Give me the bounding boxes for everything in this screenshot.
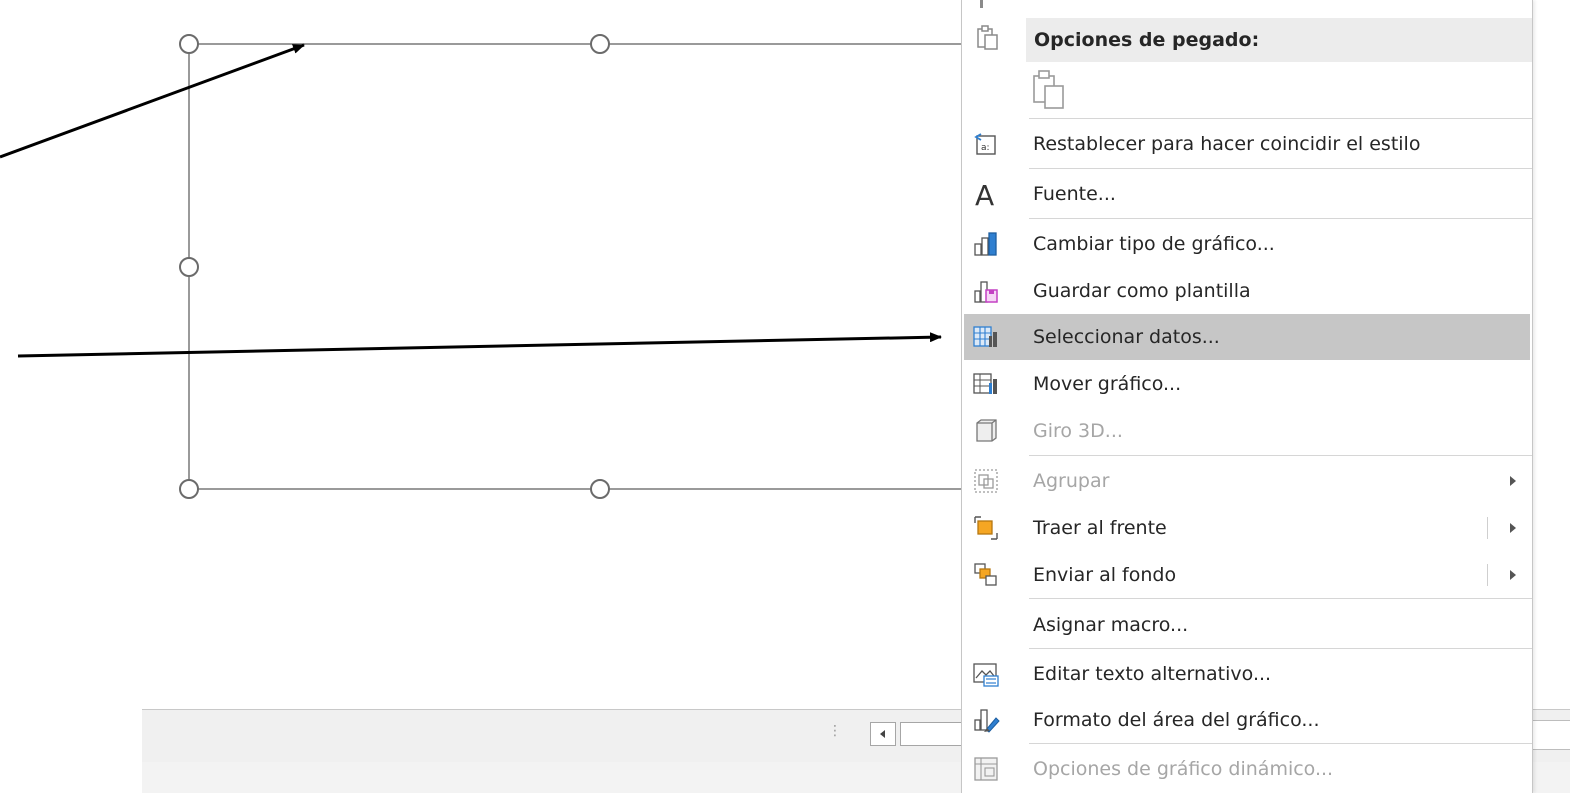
menu-item-alt-text[interactable]: Editar texto alternativo... xyxy=(964,651,1530,697)
menu-item-label: Restablecer para hacer coincidir el esti… xyxy=(1033,133,1421,155)
paste-options-label: Opciones de pegado: xyxy=(1034,29,1260,51)
chart-frame[interactable] xyxy=(188,43,961,490)
move-chart-icon xyxy=(973,373,997,394)
menu-separator xyxy=(1029,168,1532,169)
submenu-arrow-icon[interactable] xyxy=(1510,570,1516,580)
horizontal-scrollbar-track[interactable] xyxy=(900,722,970,746)
send-back-icon xyxy=(974,563,997,586)
menu-item-save-template[interactable]: Guardar como plantilla xyxy=(964,268,1530,314)
menu-item-label: Agrupar xyxy=(1033,470,1110,492)
font-a-icon: A xyxy=(975,180,994,208)
menu-item-label: Editar texto alternativo... xyxy=(1033,663,1272,685)
format-brush-icon xyxy=(974,709,1000,733)
bring-front-icon xyxy=(974,516,998,540)
split-divider xyxy=(1487,564,1488,586)
menu-top-edge xyxy=(980,0,983,8)
menu-item-label: Mover gráfico... xyxy=(1033,373,1182,395)
alt-text-icon xyxy=(973,663,999,687)
menu-separator xyxy=(1029,118,1532,119)
menu-item-label: Fuente... xyxy=(1033,183,1116,205)
menu-item-rotate-3d: Giro 3D... xyxy=(964,408,1530,454)
menu-item-label: Formato del área del gráfico... xyxy=(1033,709,1320,731)
resize-handle-bottom-middle[interactable] xyxy=(590,479,610,499)
menu-item-select-data[interactable]: Seleccionar datos... xyxy=(964,314,1530,360)
menu-item-label: Opciones de gráfico dinámico... xyxy=(1033,758,1334,780)
menu-item-bring-front[interactable]: Traer al frente xyxy=(964,505,1530,551)
menu-item-label: Asignar macro... xyxy=(1033,614,1189,636)
resize-handle-top-middle[interactable] xyxy=(590,34,610,54)
menu-item-label: Seleccionar datos... xyxy=(1033,326,1220,348)
svg-text:A: A xyxy=(975,180,994,208)
menu-separator xyxy=(1029,648,1532,649)
menu-item-move-chart[interactable]: Mover gráfico... xyxy=(964,361,1530,407)
tab-split-handle-icon[interactable]: ⋮ xyxy=(828,724,842,738)
menu-separator xyxy=(1029,743,1532,744)
annotation-arrow-chart-border xyxy=(0,43,305,159)
svg-text:a:: a: xyxy=(981,143,990,153)
menu-item-change-chart-type[interactable]: Cambiar tipo de gráfico... xyxy=(964,221,1530,267)
scroll-left-button[interactable] xyxy=(870,722,896,746)
menu-separator xyxy=(1029,598,1532,599)
resize-handle-middle-left[interactable] xyxy=(179,257,199,277)
paste-options-header: Opciones de pegado: xyxy=(1026,18,1532,62)
menu-item-font[interactable]: A Fuente... xyxy=(964,171,1530,217)
reset-style-icon: a: xyxy=(974,133,996,155)
menu-item-send-back[interactable]: Enviar al fondo xyxy=(964,552,1530,598)
menu-item-label: Cambiar tipo de gráfico... xyxy=(1033,233,1275,255)
menu-separator xyxy=(1029,455,1532,456)
annotation-arrow-select-data xyxy=(17,332,942,358)
cube-3d-icon xyxy=(976,419,997,442)
menu-item-assign-macro[interactable]: Asignar macro... xyxy=(964,602,1530,648)
menu-item-label: Giro 3D... xyxy=(1033,420,1123,442)
split-divider xyxy=(1487,517,1488,539)
submenu-arrow-icon[interactable] xyxy=(1510,523,1516,533)
menu-item-label: Guardar como plantilla xyxy=(1033,280,1251,302)
paste-keep-formatting-button[interactable] xyxy=(1027,66,1073,112)
menu-item-pivot-options: Opciones de gráfico dinámico... xyxy=(964,746,1530,792)
menu-separator xyxy=(1029,218,1532,219)
menu-item-label: Enviar al fondo xyxy=(1033,564,1177,586)
chart-context-menu: Opciones de pegado: a: Restablecer para … xyxy=(961,0,1533,793)
menu-item-format-chart-area[interactable]: Formato del área del gráfico... xyxy=(964,697,1530,743)
select-data-icon xyxy=(973,326,997,347)
menu-item-group: Agrupar xyxy=(964,458,1530,504)
submenu-arrow-icon xyxy=(1510,476,1516,486)
resize-handle-top-left[interactable] xyxy=(179,34,199,54)
horizontal-scrollbar-right[interactable] xyxy=(1533,720,1570,750)
save-template-icon xyxy=(974,281,998,303)
resize-handle-bottom-left[interactable] xyxy=(179,479,199,499)
bar-chart-icon xyxy=(974,232,997,256)
group-icon xyxy=(974,469,998,493)
menu-item-label: Traer al frente xyxy=(1033,517,1167,539)
pivot-chart-icon xyxy=(974,757,998,781)
menu-item-reset-style[interactable]: a: Restablecer para hacer coincidir el e… xyxy=(964,121,1530,167)
clipboard-icon xyxy=(977,25,998,50)
